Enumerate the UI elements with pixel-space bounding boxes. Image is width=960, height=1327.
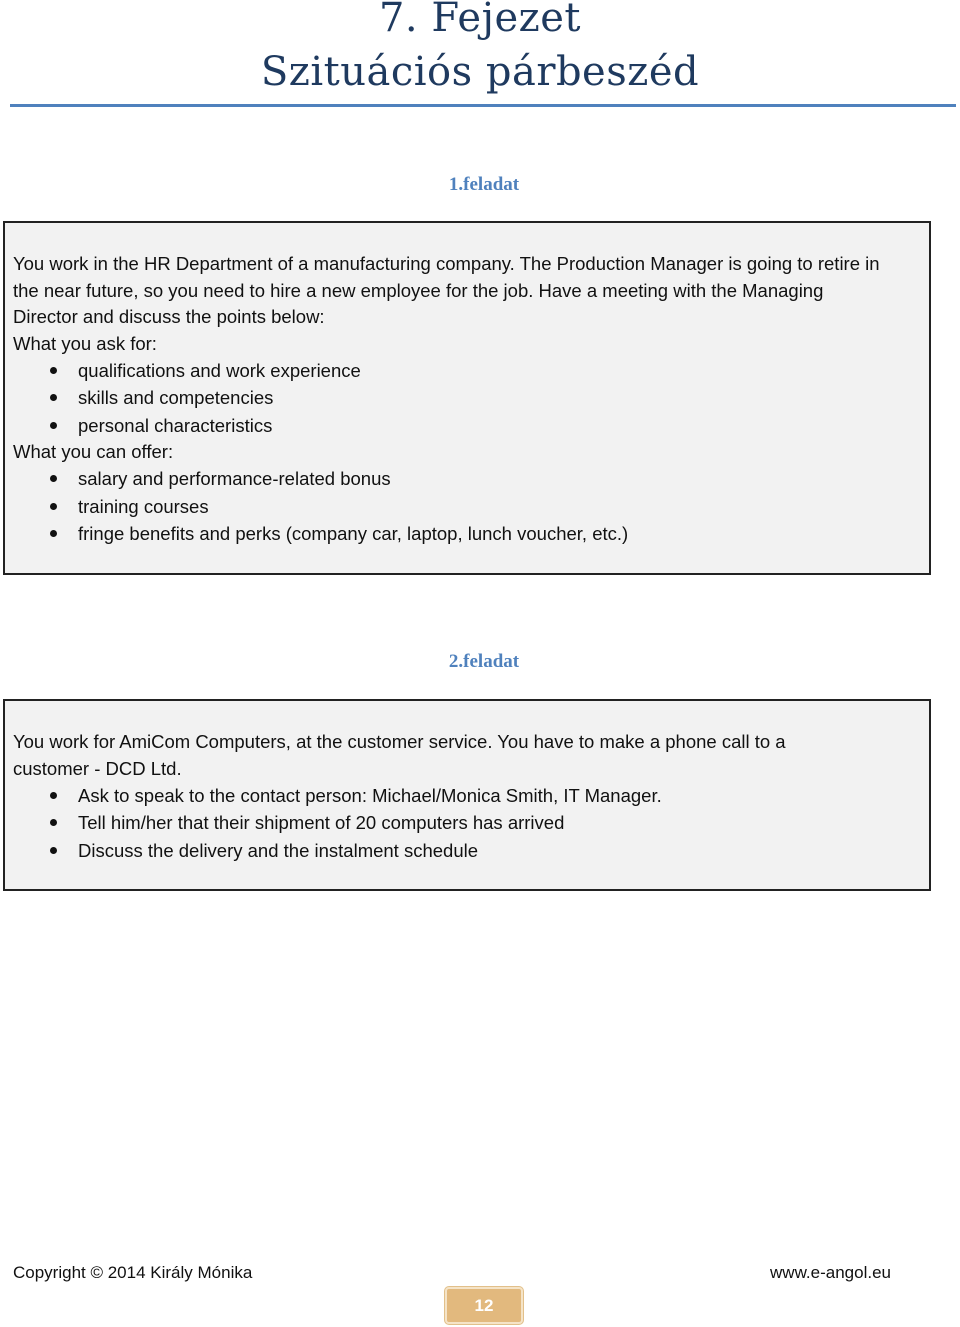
chapter-title: 7. Fejezet	[378, 0, 581, 41]
list-item: skills and competencies	[5, 384, 929, 411]
list-item: training courses	[5, 493, 929, 520]
page-number-badge: 12	[445, 1287, 523, 1324]
task-1-intro: You work in the HR Department of a manuf…	[13, 253, 880, 327]
task-2-intro: You work for AmiCom Computers, at the cu…	[13, 731, 786, 779]
list-item: Ask to speak to the contact person: Mich…	[5, 782, 929, 809]
website-link[interactable]: www.e-angol.eu	[770, 1263, 891, 1283]
task-2-box: You work for AmiCom Computers, at the cu…	[3, 699, 931, 891]
task-1-box: You work in the HR Department of a manuf…	[3, 221, 931, 575]
section-offer-label: What you can offer:	[13, 440, 174, 462]
list-item: qualifications and work experience	[5, 357, 929, 384]
task-2-list: Ask to speak to the contact person: Mich…	[5, 782, 929, 864]
list-item: fringe benefits and perks (company car, …	[5, 520, 929, 547]
task-1-heading: 1.feladat	[448, 174, 520, 195]
list-item: Tell him/her that their shipment of 20 c…	[5, 809, 929, 836]
title-divider	[10, 104, 956, 107]
section-ask-label: What you ask for:	[13, 332, 157, 354]
chapter-subtitle: Szituációs párbeszéd	[260, 49, 700, 95]
offer-list: salary and performance-related bonus tra…	[5, 465, 929, 547]
list-item: personal characteristics	[5, 412, 929, 439]
list-item: Discuss the delivery and the instalment …	[5, 837, 929, 864]
ask-list: qualifications and work experience skill…	[5, 357, 929, 439]
copyright-text: Copyright © 2014 Király Mónika	[13, 1263, 253, 1282]
list-item: salary and performance-related bonus	[5, 465, 929, 492]
task-2-heading: 2.feladat	[448, 651, 520, 672]
